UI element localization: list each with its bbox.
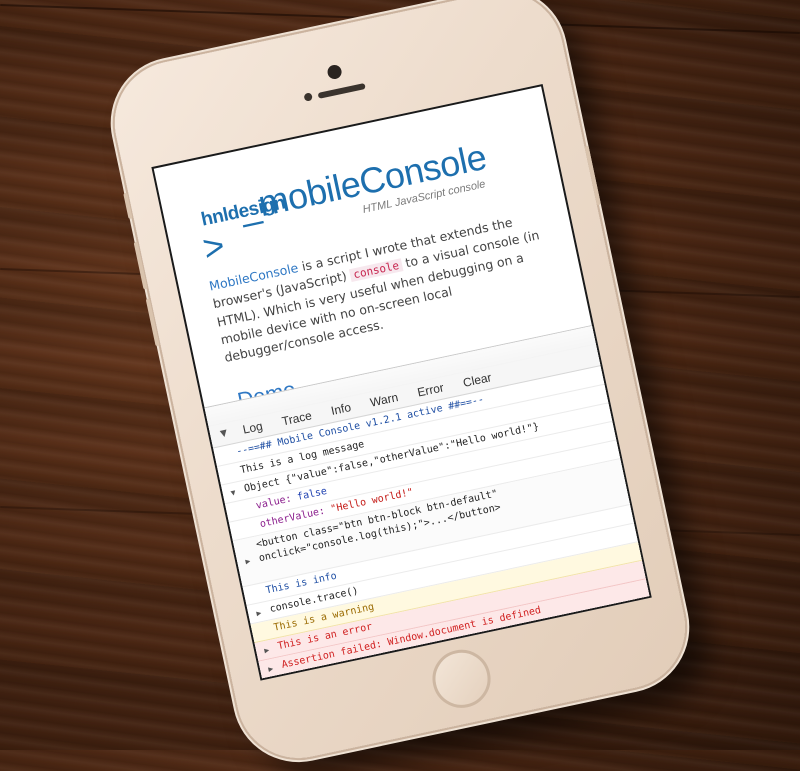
- volume-down-button: [146, 298, 160, 346]
- collapse-arrow-icon[interactable]: ▼: [210, 427, 235, 442]
- collapsed-arrow-icon[interactable]: ▶: [263, 643, 271, 658]
- collapsed-arrow-icon[interactable]: ▶: [244, 554, 252, 569]
- proximity-sensor: [303, 92, 312, 101]
- log-button[interactable]: Log: [232, 417, 274, 439]
- volume-up-button: [134, 242, 148, 290]
- home-button[interactable]: [427, 644, 496, 713]
- phone-screen: hnldesign > _mobileConsole HTML JavaScri…: [151, 84, 651, 681]
- expanded-arrow-icon[interactable]: ▼: [230, 486, 238, 501]
- power-button: [585, 146, 601, 206]
- prompt-symbol: >: [199, 224, 228, 269]
- console-panel: ▼ Log Trace Info Warn Error Clear --==##…: [204, 324, 651, 680]
- info-button[interactable]: Info: [320, 398, 362, 420]
- earpiece-speaker: [318, 83, 366, 99]
- collapsed-arrow-icon[interactable]: ▶: [255, 606, 263, 621]
- property-value: false: [296, 486, 328, 503]
- collapsed-arrow-icon[interactable]: ▶: [267, 662, 275, 677]
- console-overlay: ▼ Log Trace Info Warn Error Clear --==##…: [205, 325, 652, 681]
- property-key: value:: [255, 493, 293, 511]
- brand-title: _mobileConsole: [236, 136, 490, 229]
- mute-switch: [123, 193, 132, 219]
- phone-body: hnldesign > _mobileConsole HTML JavaScri…: [103, 0, 697, 770]
- front-camera-icon: [326, 64, 343, 81]
